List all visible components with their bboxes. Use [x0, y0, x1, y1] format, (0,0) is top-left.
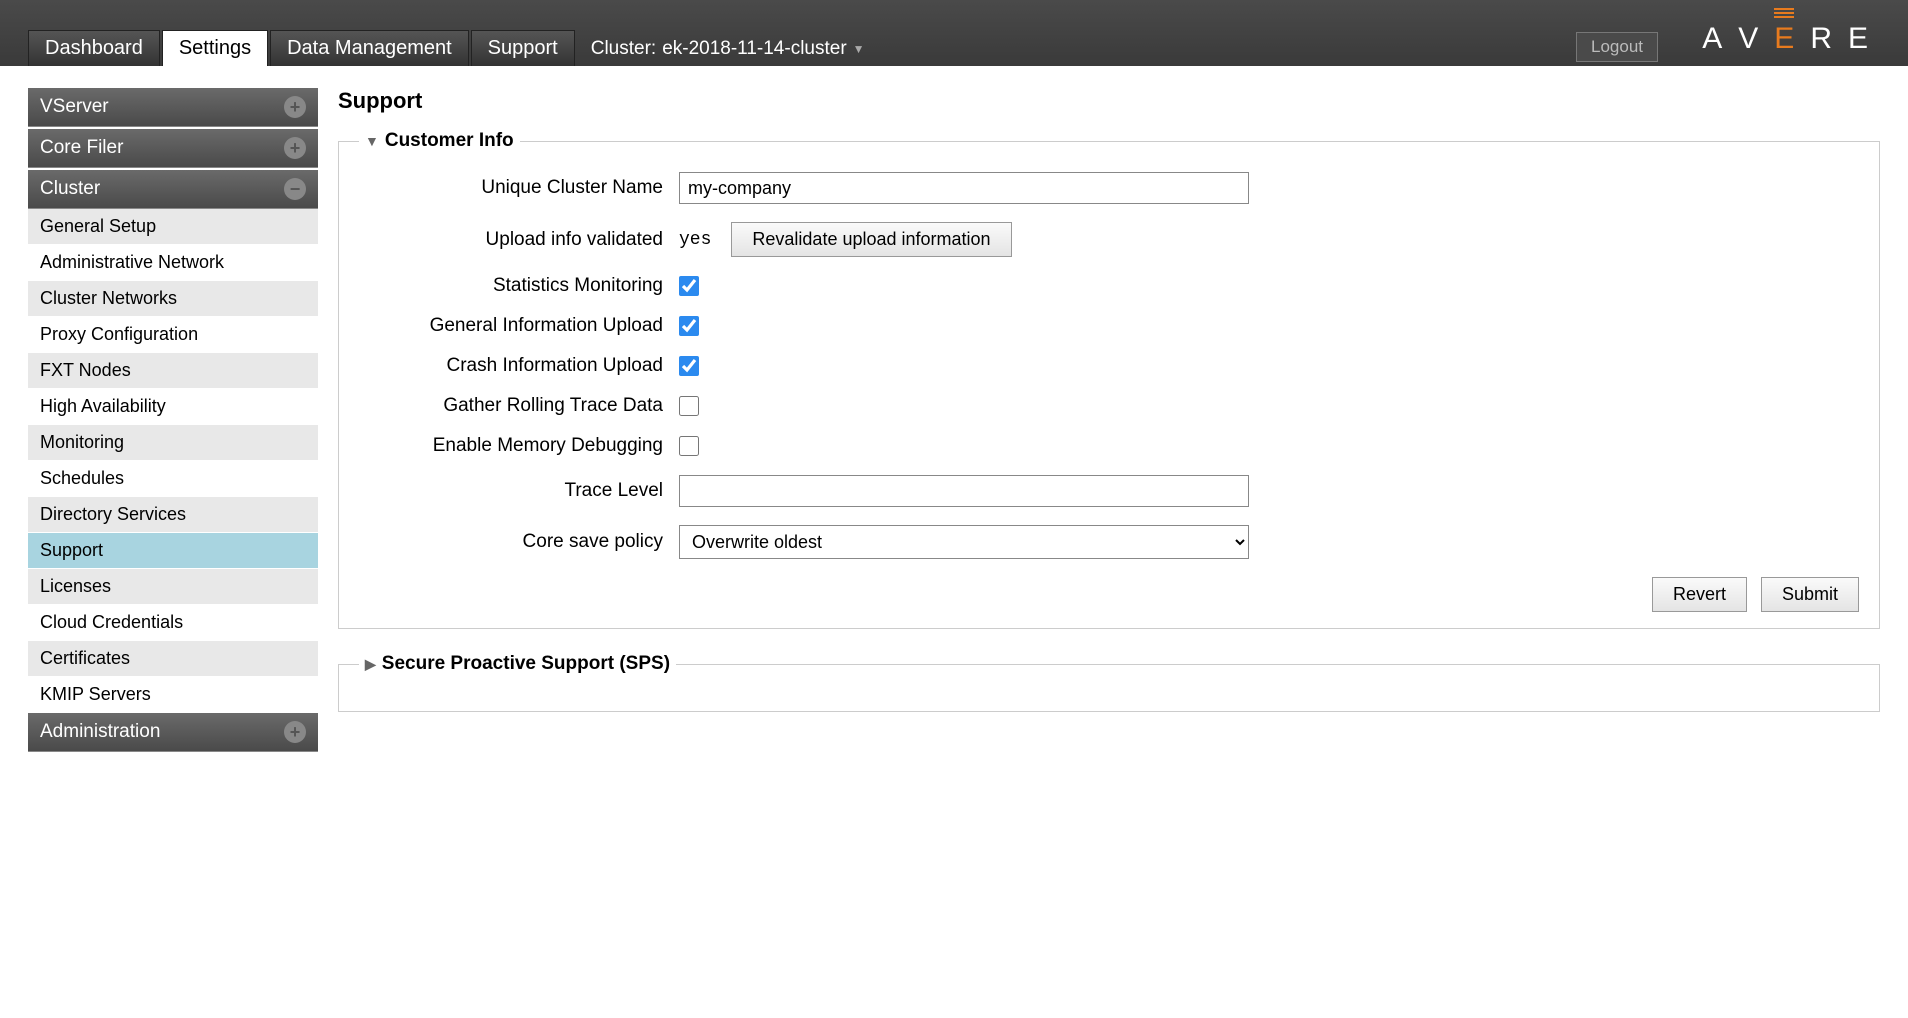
- legend-label: Customer Info: [385, 130, 514, 152]
- sidebar-item-monitoring[interactable]: Monitoring: [28, 425, 318, 461]
- logo-letter: A: [1702, 22, 1734, 56]
- sidebar-item-fxt-nodes[interactable]: FXT Nodes: [28, 353, 318, 389]
- row-stats-monitoring: Statistics Monitoring: [359, 275, 1859, 297]
- sidebar-item-kmip-servers[interactable]: KMIP Servers: [28, 677, 318, 713]
- label-rolling-trace: Gather Rolling Trace Data: [359, 395, 679, 417]
- sidebar-item-high-availability[interactable]: High Availability: [28, 389, 318, 425]
- row-rolling-trace: Gather Rolling Trace Data: [359, 395, 1859, 417]
- tab-data-management[interactable]: Data Management: [270, 30, 469, 66]
- sidebar-item-cloud-credentials[interactable]: Cloud Credentials: [28, 605, 318, 641]
- sidebar-item-general-setup[interactable]: General Setup: [28, 209, 318, 245]
- sidebar: VServer + Core Filer + Cluster − General…: [28, 88, 318, 752]
- row-trace-level: Trace Level: [359, 475, 1859, 507]
- select-core-save-policy[interactable]: Overwrite oldest: [679, 525, 1249, 559]
- page-title: Support: [338, 88, 1880, 114]
- row-cluster-name: Unique Cluster Name: [359, 172, 1859, 204]
- main-tabs: Dashboard Settings Data Management Suppo…: [28, 34, 879, 66]
- label-core-save-policy: Core save policy: [359, 531, 679, 553]
- sidebar-section-label: VServer: [40, 96, 109, 118]
- checkbox-crash-info[interactable]: [679, 356, 699, 376]
- customer-info-buttons: Revert Submit: [359, 577, 1859, 612]
- sidebar-cluster-items: General Setup Administrative Network Clu…: [28, 209, 318, 713]
- disclosure-closed-icon: ▶: [365, 656, 376, 673]
- customer-info-fieldset: ▼ Customer Info Unique Cluster Name Uplo…: [338, 130, 1880, 629]
- plus-icon: +: [284, 96, 306, 118]
- logo-letter: R: [1810, 22, 1844, 56]
- input-cluster-name[interactable]: [679, 172, 1249, 204]
- submit-button[interactable]: Submit: [1761, 577, 1859, 612]
- sps-legend[interactable]: ▶ Secure Proactive Support (SPS): [359, 653, 676, 675]
- label-crash-info: Crash Information Upload: [359, 355, 679, 377]
- row-memory-debug: Enable Memory Debugging: [359, 435, 1859, 457]
- label-general-info: General Information Upload: [359, 315, 679, 337]
- label-upload-validated: Upload info validated: [359, 229, 679, 251]
- tab-settings[interactable]: Settings: [162, 30, 268, 66]
- label-memory-debug: Enable Memory Debugging: [359, 435, 679, 457]
- row-crash-info: Crash Information Upload: [359, 355, 1859, 377]
- sps-fieldset: ▶ Secure Proactive Support (SPS): [338, 653, 1880, 712]
- main-area: VServer + Core Filer + Cluster − General…: [0, 66, 1908, 774]
- sidebar-section-administration[interactable]: Administration +: [28, 713, 318, 752]
- sidebar-section-label: Cluster: [40, 178, 100, 200]
- tab-dashboard[interactable]: Dashboard: [28, 30, 160, 66]
- label-cluster-name: Unique Cluster Name: [359, 177, 679, 199]
- checkbox-general-info[interactable]: [679, 316, 699, 336]
- sidebar-section-vserver[interactable]: VServer +: [28, 88, 318, 127]
- sidebar-item-directory-services[interactable]: Directory Services: [28, 497, 318, 533]
- topbar: Dashboard Settings Data Management Suppo…: [0, 0, 1908, 66]
- row-upload-validated: Upload info validated yes Revalidate upl…: [359, 222, 1859, 257]
- sidebar-section-label: Core Filer: [40, 137, 123, 159]
- logo-letter: V: [1738, 22, 1770, 56]
- checkbox-stats-monitoring[interactable]: [679, 276, 699, 296]
- checkbox-rolling-trace[interactable]: [679, 396, 699, 416]
- sidebar-item-cluster-networks[interactable]: Cluster Networks: [28, 281, 318, 317]
- logo-letter: E: [1848, 22, 1880, 56]
- logout-button[interactable]: Logout: [1576, 32, 1658, 62]
- plus-icon: +: [284, 137, 306, 159]
- sidebar-item-proxy-configuration[interactable]: Proxy Configuration: [28, 317, 318, 353]
- plus-icon: +: [284, 721, 306, 743]
- input-trace-level[interactable]: [679, 475, 1249, 507]
- legend-label: Secure Proactive Support (SPS): [382, 653, 670, 675]
- checkbox-memory-debug[interactable]: [679, 436, 699, 456]
- minus-icon: −: [284, 178, 306, 200]
- cluster-name: ek-2018-11-14-cluster: [662, 38, 846, 60]
- revalidate-button[interactable]: Revalidate upload information: [731, 222, 1011, 257]
- revert-button[interactable]: Revert: [1652, 577, 1747, 612]
- sidebar-section-cluster[interactable]: Cluster −: [28, 170, 318, 209]
- avere-logo: AVERE: [1702, 22, 1880, 56]
- cluster-selector[interactable]: Cluster: ek-2018-11-14-cluster ▼: [577, 32, 879, 66]
- label-trace-level: Trace Level: [359, 480, 679, 502]
- logo-letter: E: [1774, 22, 1806, 56]
- sidebar-item-licenses[interactable]: Licenses: [28, 569, 318, 605]
- disclosure-open-icon: ▼: [365, 133, 379, 149]
- chevron-down-icon: ▼: [853, 42, 865, 56]
- sidebar-section-label: Administration: [40, 721, 160, 743]
- sidebar-section-corefiler[interactable]: Core Filer +: [28, 129, 318, 168]
- tab-support[interactable]: Support: [471, 30, 575, 66]
- customer-info-legend[interactable]: ▼ Customer Info: [359, 130, 520, 152]
- row-core-save-policy: Core save policy Overwrite oldest: [359, 525, 1859, 559]
- label-stats-monitoring: Statistics Monitoring: [359, 275, 679, 297]
- sidebar-item-support[interactable]: Support: [28, 533, 318, 569]
- content-area: Support ▼ Customer Info Unique Cluster N…: [338, 88, 1880, 752]
- sidebar-item-administrative-network[interactable]: Administrative Network: [28, 245, 318, 281]
- row-general-info: General Information Upload: [359, 315, 1859, 337]
- sidebar-item-schedules[interactable]: Schedules: [28, 461, 318, 497]
- upload-validated-value: yes: [679, 230, 711, 250]
- cluster-prefix: Cluster:: [591, 38, 656, 60]
- sidebar-item-certificates[interactable]: Certificates: [28, 641, 318, 677]
